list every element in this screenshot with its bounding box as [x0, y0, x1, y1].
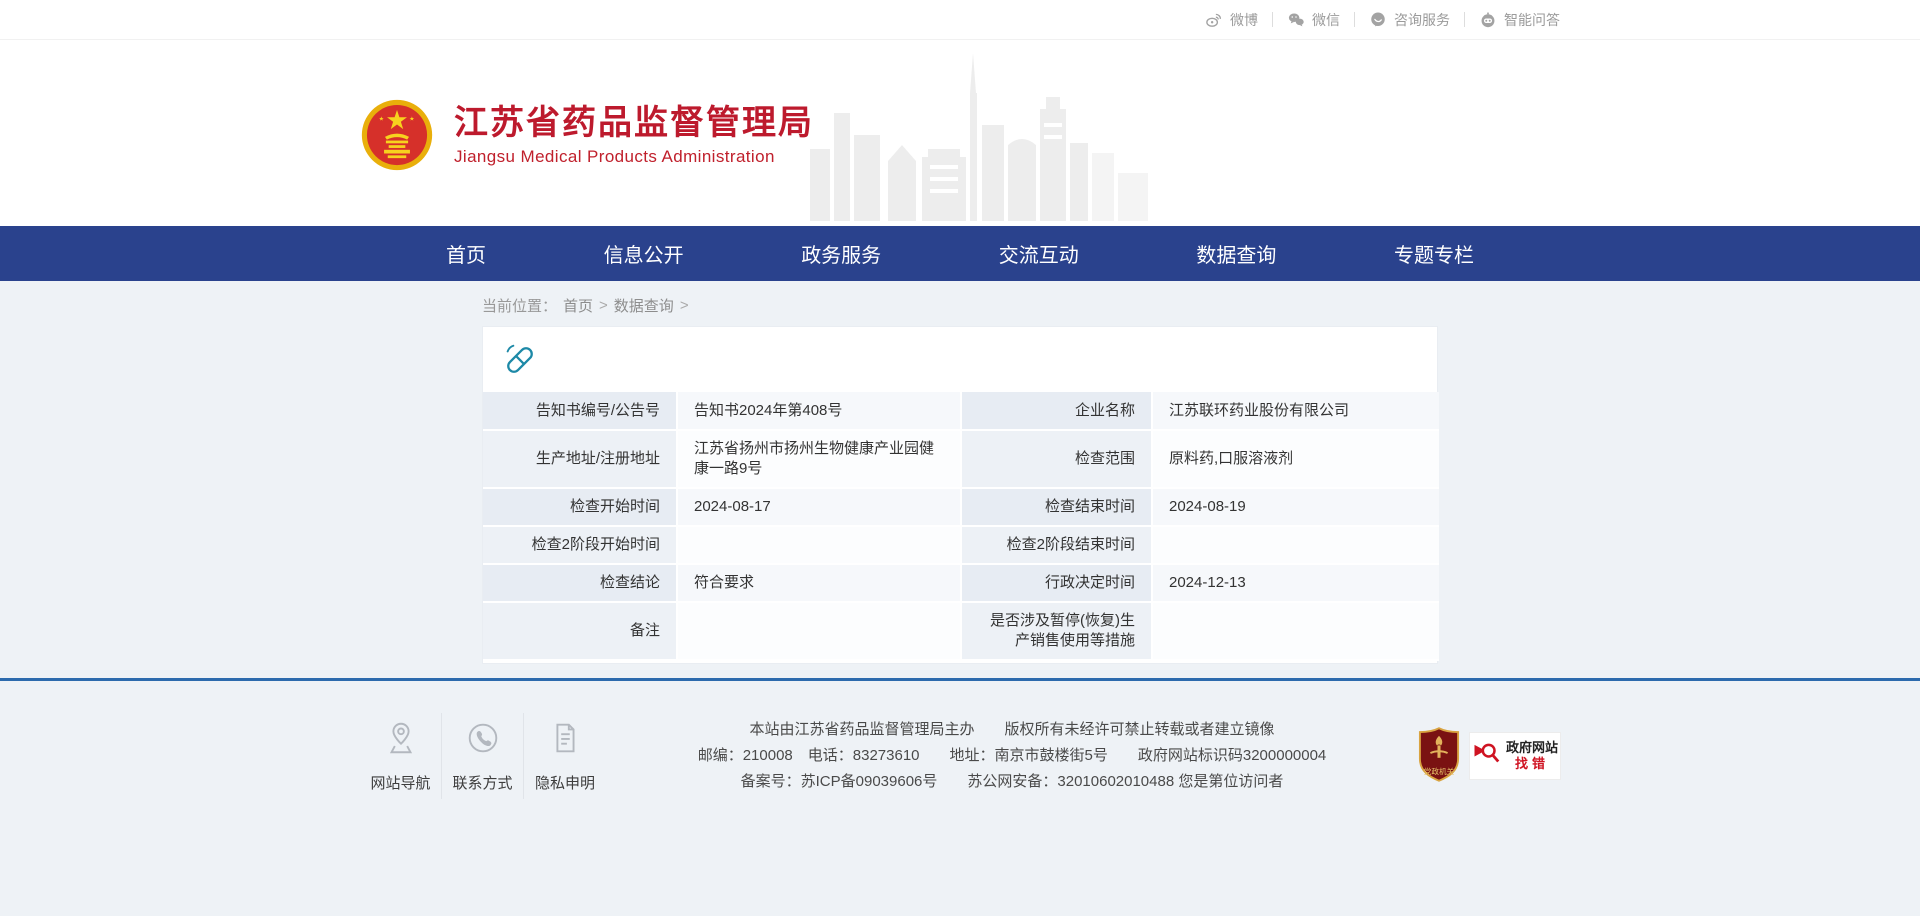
field-value — [677, 602, 961, 660]
pill-icon — [483, 339, 1437, 392]
privacy-link[interactable]: 隐私申明 — [524, 713, 606, 799]
breadcrumb: 当前位置： 首页 > 数据查询 > — [482, 281, 1438, 326]
map-pin-icon — [382, 744, 420, 761]
nav-item-info-disclosure[interactable]: 信息公开 — [598, 235, 690, 272]
nav-item-interaction[interactable]: 交流互动 — [993, 235, 1085, 272]
site-map-label: 网站导航 — [360, 772, 441, 793]
breadcrumb-link-data-query[interactable]: 数据查询 — [614, 295, 674, 316]
field-label: 检查范围 — [961, 430, 1152, 488]
field-label: 生产地址/注册地址 — [483, 430, 677, 488]
field-value: 江苏省扬州市扬州生物健康产业园健康一路9号 — [677, 430, 961, 488]
inspection-detail-card: 告知书编号/公告号 告知书2024年第408号 企业名称 江苏联环药业股份有限公… — [482, 326, 1438, 664]
brand-text: 江苏省药品监督管理局 Jiangsu Medical Products Admi… — [454, 103, 814, 168]
content-area: 当前位置： 首页 > 数据查询 > 告知书编号/公告号 告知书2024年第408… — [0, 281, 1920, 678]
magnifier-flag-icon — [1472, 739, 1502, 774]
top-utility-bar: 微博 微信 咨询服务 — [0, 0, 1920, 40]
consult-service-link[interactable]: 咨询服务 — [1369, 10, 1450, 30]
topbar-separator — [1464, 12, 1465, 27]
weibo-icon — [1205, 11, 1223, 29]
footer-info-text: 本站由江苏省药品监督管理局主办 版权所有未经许可禁止转载或者建立镜像 邮编：21… — [606, 717, 1418, 795]
site-map-link[interactable]: 网站导航 — [360, 713, 442, 799]
field-value: 原料药,口服溶液剂 — [1152, 430, 1439, 488]
phone-icon — [464, 744, 502, 761]
site-subtitle: Jiangsu Medical Products Administration — [454, 147, 814, 167]
field-value — [1152, 602, 1439, 660]
find-error-badge[interactable]: 政府网站 找错 — [1470, 733, 1560, 779]
footer-line-icp: 备案号：苏ICP备09039606号 苏公网安备：32010602010488 … — [626, 769, 1398, 795]
field-value: 2024-08-17 — [677, 488, 961, 526]
site-footer: 网站导航 联系方式 隐 — [0, 681, 1920, 916]
privacy-label: 隐私申明 — [524, 772, 606, 793]
field-value: 2024-08-19 — [1152, 488, 1439, 526]
footer-line-contact: 邮编：210008 电话：83273610 地址：南京市鼓楼街5号 政府网站标识… — [626, 743, 1398, 769]
field-label: 检查结束时间 — [961, 488, 1152, 526]
weibo-label: 微博 — [1230, 10, 1258, 30]
party-gov-badge[interactable]: 党政机关 — [1418, 726, 1460, 787]
national-emblem-logo — [360, 98, 434, 172]
footer-quick-links: 网站导航 联系方式 隐 — [360, 713, 606, 799]
nav-item-special-topics[interactable]: 专题专栏 — [1388, 235, 1480, 272]
inspection-detail-table: 告知书编号/公告号 告知书2024年第408号 企业名称 江苏联环药业股份有限公… — [483, 392, 1439, 661]
field-label: 检查开始时间 — [483, 488, 677, 526]
main-nav: 首页 信息公开 政务服务 交流互动 数据查询 专题专栏 — [0, 226, 1920, 281]
party-gov-badge-text: 党政机关 — [1424, 766, 1455, 776]
topbar-separator — [1272, 12, 1273, 27]
find-error-top: 政府网站 — [1506, 740, 1558, 756]
nav-item-gov-services[interactable]: 政务服务 — [795, 235, 887, 272]
brand: 江苏省药品监督管理局 Jiangsu Medical Products Admi… — [360, 98, 814, 172]
nav-item-data-query[interactable]: 数据查询 — [1190, 235, 1282, 272]
field-value: 符合要求 — [677, 564, 961, 602]
breadcrumb-link-home[interactable]: 首页 — [563, 295, 593, 316]
footer-badges: 党政机关 政府网站 找错 — [1418, 726, 1560, 787]
wechat-link[interactable]: 微信 — [1287, 10, 1340, 30]
table-row: 检查结论 符合要求 行政决定时间 2024-12-13 — [483, 564, 1439, 602]
find-error-badge-text: 政府网站 找错 — [1506, 740, 1558, 773]
field-label: 检查2阶段开始时间 — [483, 526, 677, 564]
nav-item-home[interactable]: 首页 — [440, 235, 492, 272]
wechat-label: 微信 — [1312, 10, 1340, 30]
document-icon — [546, 744, 584, 761]
field-value — [1152, 526, 1439, 564]
field-label: 告知书编号/公告号 — [483, 392, 677, 430]
breadcrumb-separator: > — [599, 297, 608, 314]
topbar-separator — [1354, 12, 1355, 27]
table-row: 生产地址/注册地址 江苏省扬州市扬州生物健康产业园健康一路9号 检查范围 原料药… — [483, 430, 1439, 488]
field-label: 行政决定时间 — [961, 564, 1152, 602]
robot-icon — [1479, 11, 1497, 29]
table-row: 备注 是否涉及暂停(恢复)生产销售使用等措施 — [483, 602, 1439, 660]
field-label: 检查结论 — [483, 564, 677, 602]
table-row: 检查开始时间 2024-08-17 检查结束时间 2024-08-19 — [483, 488, 1439, 526]
chat-bubble-icon — [1369, 11, 1387, 29]
field-value: 江苏联环药业股份有限公司 — [1152, 392, 1439, 430]
site-header: 江苏省药品监督管理局 Jiangsu Medical Products Admi… — [0, 40, 1920, 226]
site-title: 江苏省药品监督管理局 — [454, 103, 814, 144]
consult-service-label: 咨询服务 — [1394, 10, 1450, 30]
wechat-icon — [1287, 11, 1305, 29]
city-skyline-graphic — [810, 53, 1150, 226]
field-value: 告知书2024年第408号 — [677, 392, 961, 430]
table-row: 告知书编号/公告号 告知书2024年第408号 企业名称 江苏联环药业股份有限公… — [483, 392, 1439, 430]
field-label: 企业名称 — [961, 392, 1152, 430]
field-label: 检查2阶段结束时间 — [961, 526, 1152, 564]
footer-line-host: 本站由江苏省药品监督管理局主办 版权所有未经许可禁止转载或者建立镜像 — [626, 717, 1398, 743]
field-label: 备注 — [483, 602, 677, 660]
field-value — [677, 526, 961, 564]
contact-link[interactable]: 联系方式 — [442, 713, 524, 799]
breadcrumb-separator: > — [680, 297, 689, 314]
field-value: 2024-12-13 — [1152, 564, 1439, 602]
smart-qa-label: 智能问答 — [1504, 10, 1560, 30]
smart-qa-link[interactable]: 智能问答 — [1479, 10, 1560, 30]
contact-label: 联系方式 — [442, 772, 523, 793]
find-error-bottom: 找错 — [1515, 756, 1549, 772]
field-label: 是否涉及暂停(恢复)生产销售使用等措施 — [961, 602, 1152, 660]
weibo-link[interactable]: 微博 — [1205, 10, 1258, 30]
table-row: 检查2阶段开始时间 检查2阶段结束时间 — [483, 526, 1439, 564]
breadcrumb-prefix: 当前位置： — [482, 295, 557, 316]
